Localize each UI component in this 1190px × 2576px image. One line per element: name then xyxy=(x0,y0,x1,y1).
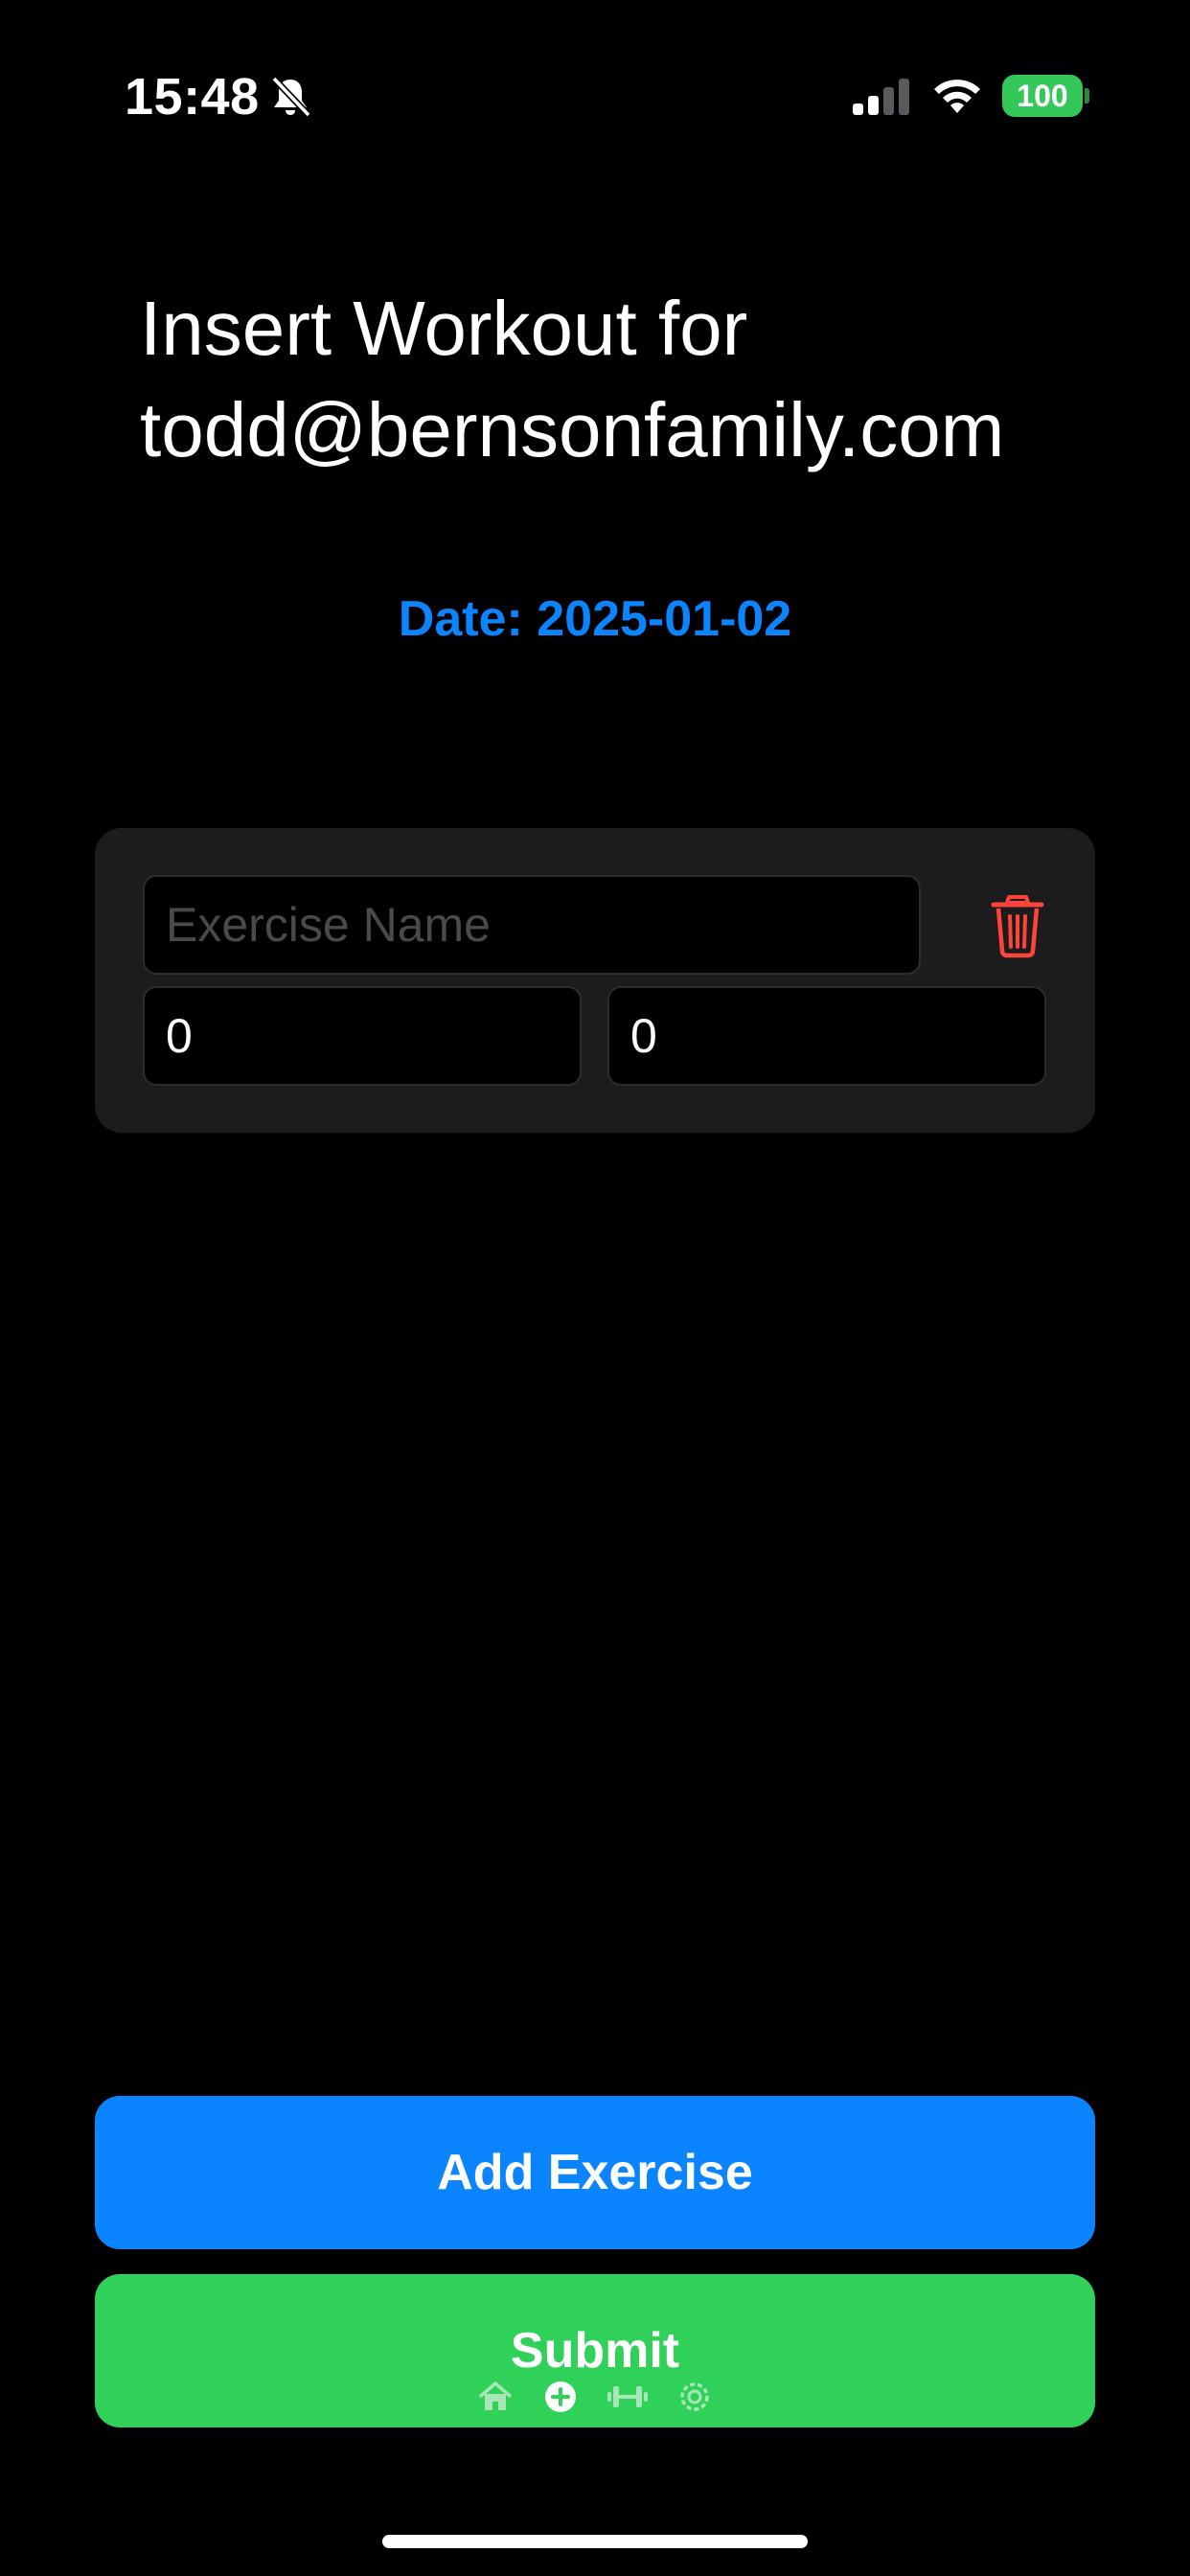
gear-icon[interactable] xyxy=(676,2379,713,2415)
status-time: 15:48 xyxy=(125,68,260,126)
battery-nub xyxy=(1085,88,1089,104)
battery-icon: 100 xyxy=(1002,75,1083,117)
submit-label: Submit xyxy=(510,2323,680,2379)
bell-slash-icon xyxy=(271,76,311,118)
sets-input[interactable]: 0 xyxy=(143,986,582,1086)
tab-bar xyxy=(477,2379,726,2417)
add-exercise-button[interactable]: Add Exercise xyxy=(95,2096,1095,2249)
status-bar: 15:48 100 xyxy=(0,0,1190,192)
add-exercise-label: Add Exercise xyxy=(437,2145,753,2200)
date-button[interactable]: Date: 2025-01-02 xyxy=(0,590,1190,648)
exercise-name-input[interactable]: Exercise Name xyxy=(143,875,921,975)
exercise-card: Exercise Name 0 0 xyxy=(95,828,1095,1133)
signal-icon xyxy=(853,79,909,115)
wifi-icon xyxy=(934,80,980,113)
battery-level: 100 xyxy=(1017,78,1068,113)
dumbbell-icon[interactable] xyxy=(606,2379,650,2415)
home-icon[interactable] xyxy=(477,2379,514,2415)
trash-icon[interactable] xyxy=(986,891,1049,958)
home-indicator[interactable] xyxy=(382,2535,808,2548)
reps-input[interactable]: 0 xyxy=(607,986,1046,1086)
plus-circle-icon[interactable] xyxy=(542,2379,579,2415)
page-title: Insert Workout for todd@bernsonfamily.co… xyxy=(140,286,1005,472)
